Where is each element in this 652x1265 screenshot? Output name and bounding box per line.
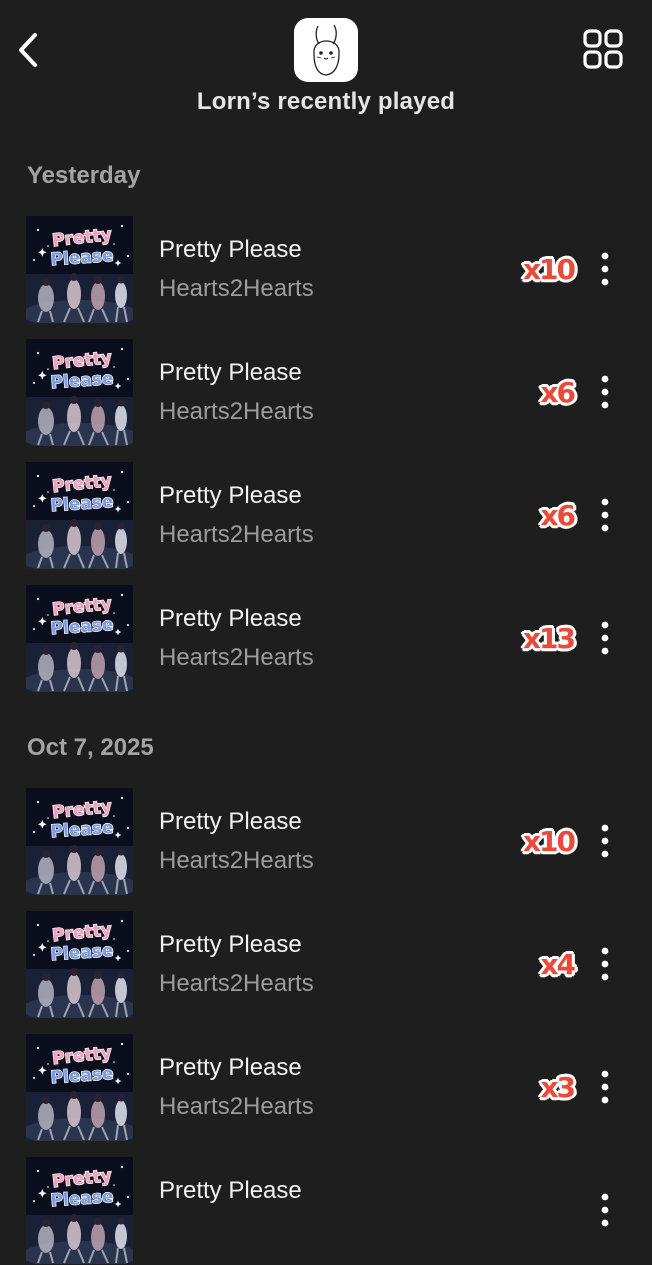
album-art-image: Pretty Please <box>26 1157 133 1264</box>
track-row[interactable]: Pretty Please Pretty Please Hearts2Hearts… <box>0 462 652 570</box>
play-count-sticker: x13 <box>522 622 576 655</box>
track-row[interactable]: Pretty Please Pretty Please Hearts2Hearts… <box>0 216 652 324</box>
album-art: Pretty Please <box>26 911 133 1018</box>
track-artist: Hearts2Hearts <box>159 970 314 997</box>
more-options-button[interactable] <box>592 620 618 656</box>
grid-icon <box>583 29 623 69</box>
track-title: Pretty Please <box>159 931 302 958</box>
album-art: Pretty Please <box>26 339 133 446</box>
section-header: Oct 7, 2025 <box>27 734 154 761</box>
top-bar: Lorn’s recently played <box>0 0 652 130</box>
more-vertical-icon <box>601 252 609 286</box>
track-row[interactable]: Pretty Please Pretty Please <box>0 1157 652 1265</box>
album-art-image: Pretty Please <box>26 1034 133 1141</box>
album-art: Pretty Please <box>26 216 133 323</box>
track-title: Pretty Please <box>159 605 302 632</box>
track-artist: Hearts2Hearts <box>159 398 314 425</box>
album-art-image: Pretty Please <box>26 462 133 569</box>
track-title: Pretty Please <box>159 1054 302 1081</box>
track-title: Pretty Please <box>159 482 302 509</box>
more-vertical-icon <box>601 1070 609 1104</box>
more-options-button[interactable] <box>592 1192 618 1228</box>
chevron-left-icon <box>19 33 37 67</box>
play-count-sticker: x3 <box>540 1071 576 1104</box>
album-art: Pretty Please <box>26 585 133 692</box>
more-vertical-icon <box>601 621 609 655</box>
back-button[interactable] <box>8 28 48 72</box>
play-count-sticker: x6 <box>540 376 576 409</box>
track-artist: Hearts2Hearts <box>159 1093 314 1120</box>
play-count-sticker: x6 <box>540 499 576 532</box>
track-row[interactable]: Pretty Please Pretty Please Hearts2Hearts… <box>0 1034 652 1142</box>
track-row[interactable]: Pretty Please Pretty Please Hearts2Hearts… <box>0 788 652 896</box>
more-options-button[interactable] <box>592 823 618 859</box>
track-artist: Hearts2Hearts <box>159 847 314 874</box>
play-count-sticker: x4 <box>540 948 576 981</box>
grid-view-button[interactable] <box>582 28 624 70</box>
section-header: Yesterday <box>27 162 141 189</box>
track-title: Pretty Please <box>159 236 302 263</box>
track-artist: Hearts2Hearts <box>159 275 314 302</box>
track-artist: Hearts2Hearts <box>159 644 314 671</box>
track-row[interactable]: Pretty Please Pretty Please Hearts2Hearts… <box>0 585 652 693</box>
track-artist: Hearts2Hearts <box>159 521 314 548</box>
album-art: Pretty Please <box>26 1034 133 1141</box>
more-options-button[interactable] <box>592 374 618 410</box>
play-count-sticker: x10 <box>522 253 576 286</box>
album-art: Pretty Please <box>26 788 133 895</box>
more-vertical-icon <box>601 824 609 858</box>
track-row[interactable]: Pretty Please Pretty Please Hearts2Hearts… <box>0 339 652 447</box>
album-art-image: Pretty Please <box>26 339 133 446</box>
track-row[interactable]: Pretty Please Pretty Please Hearts2Hearts… <box>0 911 652 1019</box>
album-art: Pretty Please <box>26 462 133 569</box>
album-art-image: Pretty Please <box>26 585 133 692</box>
album-art-image: Pretty Please <box>26 788 133 895</box>
more-options-button[interactable] <box>592 497 618 533</box>
bunny-avatar <box>313 24 340 76</box>
more-vertical-icon <box>601 1193 609 1227</box>
track-title: Pretty Please <box>159 359 302 386</box>
avatar[interactable] <box>294 18 358 82</box>
more-vertical-icon <box>601 498 609 532</box>
page-title: Lorn’s recently played <box>196 88 456 115</box>
more-options-button[interactable] <box>592 946 618 982</box>
album-art-image: Pretty Please <box>26 216 133 323</box>
more-options-button[interactable] <box>592 251 618 287</box>
track-title: Pretty Please <box>159 808 302 835</box>
album-art: Pretty Please <box>26 1157 133 1264</box>
album-art-image: Pretty Please <box>26 911 133 1018</box>
more-options-button[interactable] <box>592 1069 618 1105</box>
more-vertical-icon <box>601 375 609 409</box>
more-vertical-icon <box>601 947 609 981</box>
play-count-sticker: x10 <box>522 825 576 858</box>
track-title: Pretty Please <box>159 1177 302 1204</box>
